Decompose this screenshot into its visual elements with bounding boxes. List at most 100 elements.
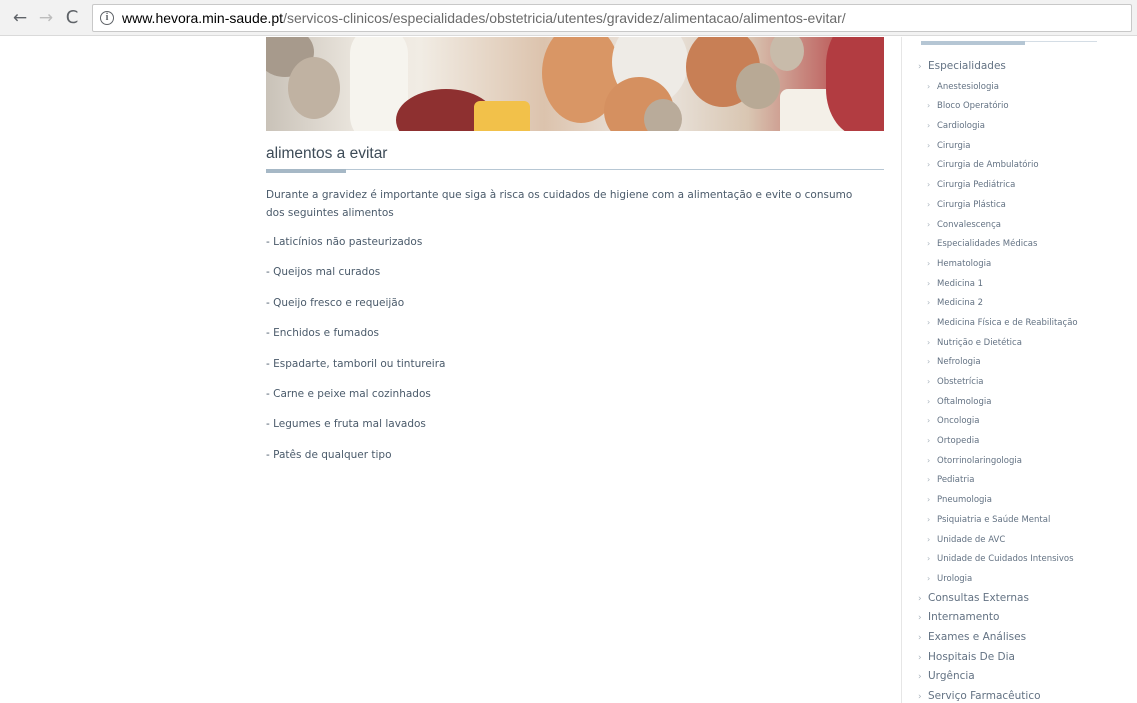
- sidebar-item-label: Hematologia: [937, 258, 992, 269]
- chevron-right-icon: ›: [927, 495, 931, 505]
- page-title: alimentos a evitar: [266, 145, 388, 162]
- chevron-right-icon: ›: [927, 377, 931, 386]
- chevron-right-icon: ›: [927, 337, 931, 347]
- sidebar-subitem-psiquiatria[interactable]: › Psiquiatria e Saúde Mental: [918, 510, 1133, 530]
- sidebar-item-label: Pediatria: [937, 475, 975, 486]
- chevron-right-icon: ›: [927, 180, 931, 190]
- sidebar-item-label: Cirurgia de Ambulatório: [937, 160, 1039, 171]
- sidebar-subitem-urologia[interactable]: › Urologia: [918, 569, 1133, 589]
- sidebar-item-urgencia[interactable]: › Urgência: [918, 667, 1133, 687]
- chevron-right-icon: ›: [927, 475, 931, 485]
- chevron-right-icon: ›: [927, 101, 931, 111]
- chevron-right-icon: ›: [918, 692, 922, 702]
- reload-icon[interactable]: C: [62, 8, 82, 28]
- chevron-right-icon: ›: [927, 573, 931, 583]
- sidebar-item-label: Hospitais De Dia: [928, 650, 1015, 663]
- chevron-right-icon: ›: [927, 239, 931, 249]
- sidebar-subitem-especialidades-medicas[interactable]: › Especialidades Médicas: [918, 234, 1133, 254]
- sidebar-subitem-unidade-avc[interactable]: › Unidade de AVC: [918, 530, 1133, 550]
- chevron-right-icon: ›: [927, 160, 931, 170]
- sidebar-subitem-oftalmologia[interactable]: › Oftalmologia: [918, 392, 1133, 412]
- sidebar-subitem-pneumologia[interactable]: › Pneumologia: [918, 490, 1133, 510]
- list-item: - Queijos mal curados: [266, 266, 381, 279]
- sidebar-nav: › Especialidades › Anestesiologia › Bloco O…: [901, 37, 1137, 703]
- list-item: - Queijo fresco e requeijão: [266, 296, 405, 309]
- sidebar-subitem-otorrinolaringologia[interactable]: › Otorrinolaringologia: [918, 451, 1133, 471]
- sidebar-subitem-cardiologia[interactable]: › Cardiologia: [918, 116, 1133, 136]
- sidebar-subitem-nutricao[interactable]: › Nutrição e Dietética: [918, 333, 1133, 353]
- sidebar-subitem-nefrologia[interactable]: › Nefrologia: [918, 352, 1133, 372]
- sidebar-subitem-medicina-1[interactable]: › Medicina 1: [918, 274, 1133, 294]
- url-host: www.hevora.min-saude.pt: [122, 10, 284, 26]
- sidebar-subitem-obstetricia[interactable]: › Obstetrícia: [918, 372, 1133, 392]
- sidebar-item-label: Unidade de Cuidados Intensivos: [937, 554, 1074, 565]
- chevron-right-icon: ›: [927, 219, 931, 229]
- sidebar-item-label: Anestesiologia: [937, 81, 999, 92]
- sidebar-item-label: Pneumologia: [937, 495, 992, 506]
- chevron-right-icon: ›: [927, 121, 931, 131]
- chevron-right-icon: ›: [927, 258, 931, 268]
- list-item: - Legumes e fruta mal lavados: [266, 418, 426, 431]
- sidebar-item-label: Cirurgia Pediátrica: [937, 180, 1016, 191]
- sidebar-item-especialidades[interactable]: › Especialidades: [918, 57, 1133, 77]
- sidebar-item-label: Ortopedia: [937, 436, 980, 447]
- sidebar-item-consultas-externas[interactable]: › Consultas Externas: [918, 589, 1133, 609]
- sidebar-subitem-ortopedia[interactable]: › Ortopedia: [918, 431, 1133, 451]
- sidebar-item-label: Internamento: [928, 611, 1000, 624]
- sidebar-subitem-medicina-2[interactable]: › Medicina 2: [918, 293, 1133, 313]
- sidebar-divider: [1025, 41, 1097, 42]
- list-item: - Laticínios não pasteurizados: [266, 236, 423, 248]
- sidebar-subitem-anestesiologia[interactable]: › Anestesiologia: [918, 77, 1133, 97]
- sidebar-item-label: Otorrinolaringologia: [937, 455, 1022, 466]
- sidebar-subitem-cirurgia-pediatrica[interactable]: › Cirurgia Pediátrica: [918, 175, 1133, 195]
- sidebar-subitem-cirurgia-plastica[interactable]: › Cirurgia Plástica: [918, 195, 1133, 215]
- sidebar-item-label: Obstetrícia: [937, 377, 984, 387]
- chevron-right-icon: ›: [927, 140, 931, 150]
- forward-arrow-icon[interactable]: →: [36, 8, 56, 28]
- sidebar-subitem-hematologia[interactable]: › Hematologia: [918, 254, 1133, 274]
- sidebar-subitem-cirurgia-ambulatorio[interactable]: › Cirurgia de Ambulatório: [918, 155, 1133, 175]
- chevron-right-icon: ›: [918, 652, 922, 663]
- sidebar-item-label: Oftalmologia: [937, 396, 992, 407]
- sidebar-item-hospitais-de-dia[interactable]: › Hospitais De Dia: [918, 648, 1133, 668]
- sidebar-subitem-oncologia[interactable]: › Oncologia: [918, 411, 1133, 431]
- quail-egg-shape: [736, 63, 780, 109]
- sidebar-item-label: Medicina Física e de Reabilitação: [937, 317, 1078, 328]
- sidebar-subitem-cuidados-intensivos[interactable]: › Unidade de Cuidados Intensivos: [918, 549, 1133, 569]
- sidebar-item-label: Especialidades Médicas: [937, 239, 1038, 250]
- back-arrow-icon[interactable]: ←: [10, 8, 30, 28]
- chevron-right-icon: ›: [927, 455, 931, 465]
- sidebar-item-internamento[interactable]: › Internamento: [918, 608, 1133, 628]
- sidebar-item-label: Cardiologia: [937, 121, 985, 132]
- chevron-right-icon: ›: [927, 298, 931, 308]
- sidebar-menu: › Especialidades › Anestesiologia › Bloco O…: [918, 57, 1133, 703]
- sidebar-subitem-bloco-operatorio[interactable]: › Bloco Operatório: [918, 96, 1133, 116]
- sidebar-item-label: Urgência: [928, 670, 975, 683]
- chevron-right-icon: ›: [918, 593, 922, 604]
- sidebar-subitem-cirurgia[interactable]: › Cirurgia: [918, 136, 1133, 156]
- sidebar-item-label: Urologia: [937, 573, 973, 584]
- sidebar-subitem-medicina-fisica[interactable]: › Medicina Física e de Reabilitação: [918, 313, 1133, 333]
- title-divider: [266, 169, 884, 170]
- sidebar-item-label: Cirurgia Plástica: [937, 199, 1006, 210]
- sidebar-item-label: Consultas Externas: [928, 591, 1029, 604]
- sidebar-item-label: Psiquiatria e Saúde Mental: [937, 514, 1051, 525]
- chevron-right-icon: ›: [927, 416, 931, 426]
- info-icon[interactable]: i: [100, 11, 114, 25]
- sidebar-item-servico-farmaceutico[interactable]: › Serviço Farmacêutico: [918, 687, 1133, 703]
- chevron-right-icon: ›: [927, 436, 931, 446]
- sidebar-subitem-convalescenca[interactable]: › Convalescença: [918, 215, 1133, 235]
- chevron-right-icon: ›: [918, 672, 922, 683]
- address-bar[interactable]: i www.hevora.min-saude.pt/servicos-clini…: [92, 4, 1132, 32]
- sidebar-item-label: Cirurgia: [937, 140, 971, 151]
- chevron-right-icon: ›: [918, 62, 922, 72]
- sidebar-item-label: Medicina 1: [937, 278, 984, 289]
- chevron-right-icon: ›: [927, 199, 931, 209]
- sidebar-subitem-pediatria[interactable]: › Pediatria: [918, 470, 1133, 490]
- sidebar-item-exames-analises[interactable]: › Exames e Análises: [918, 628, 1133, 648]
- list-item: - Carne e peixe mal cozinhados: [266, 387, 431, 400]
- sidebar-item-label: Medicina 2: [937, 298, 984, 309]
- chevron-right-icon: ›: [927, 317, 931, 327]
- cheese-shape: [474, 101, 530, 131]
- url-path: /servicos-clinicos/especialidades/obstet…: [283, 10, 846, 26]
